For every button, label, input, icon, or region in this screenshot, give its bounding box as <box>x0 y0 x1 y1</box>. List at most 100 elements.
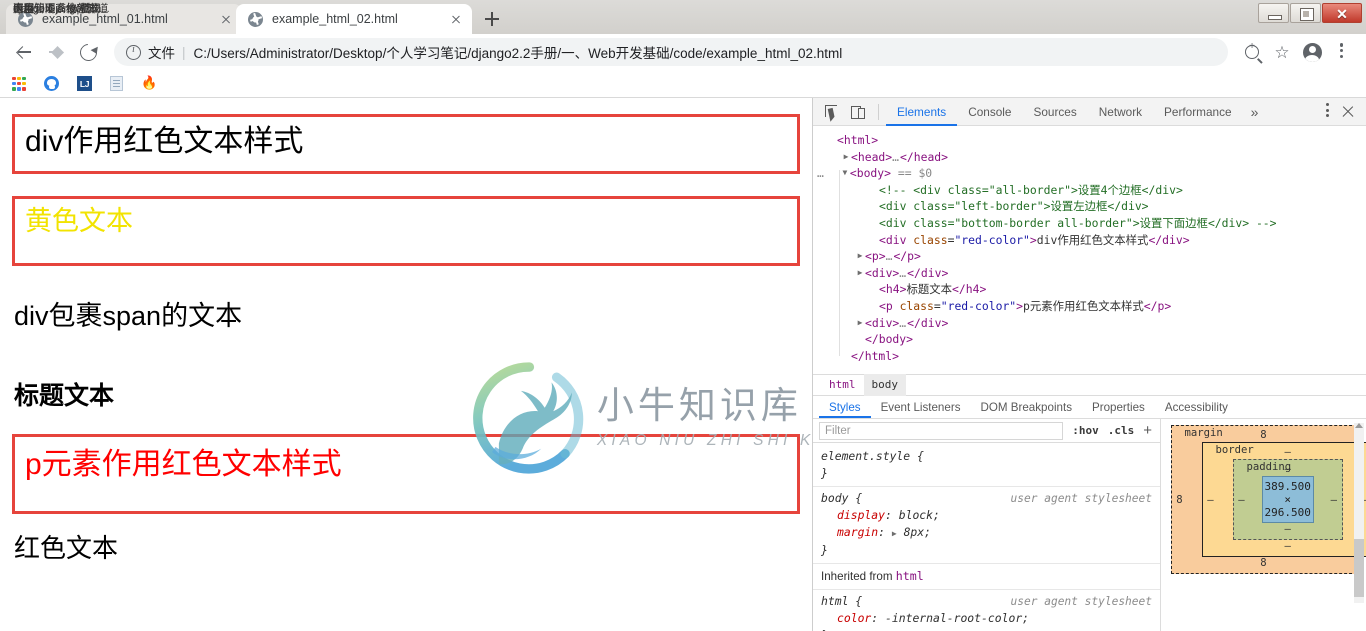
tab-properties[interactable]: Properties <box>1082 396 1155 418</box>
zoom-button[interactable] <box>1238 38 1266 66</box>
box-model-content-size[interactable]: 389.500 × 296.500 <box>1261 476 1314 523</box>
back-button[interactable] <box>10 38 38 66</box>
window-restore-button[interactable] <box>1290 3 1321 23</box>
dom-node-line[interactable]: ▶ <div>…</div> <box>817 315 1362 332</box>
css-declaration[interactable]: margin: ▶ 8px; <box>821 524 1152 542</box>
margin-left-value[interactable]: 8 <box>1172 494 1188 506</box>
toolbar-divider <box>878 103 879 120</box>
tab-styles[interactable]: Styles <box>819 396 871 418</box>
new-tab-button[interactable] <box>478 5 506 33</box>
styles-body: Filter :hov .cls + element.style { } bod… <box>813 419 1366 631</box>
tab-elements[interactable]: Elements <box>886 98 957 126</box>
dom-node-markup: <p class="red-color">p元素作用红色文本样式</p> <box>879 298 1172 313</box>
bookmark-course-system[interactable]: 课程管理系统|登录 <box>13 3 155 91</box>
dom-node-line[interactable]: ▶ <head>…</head> <box>817 149 1362 166</box>
dom-expand-triangle-icon[interactable]: ▼ <box>840 165 850 182</box>
padding-left-value[interactable]: – <box>1234 494 1250 506</box>
dom-node-line[interactable]: <div class="bottom-border all-border">设置… <box>817 215 1362 232</box>
padding-bottom-value[interactable]: – <box>1234 523 1342 536</box>
tab-close-icon[interactable] <box>217 11 234 28</box>
box-model-border[interactable]: border – – padding – – 389.500 × 296.500… <box>1201 442 1366 557</box>
page-info-icon[interactable] <box>126 44 141 60</box>
document-icon <box>110 76 123 91</box>
box-model-scrollbar-thumb[interactable] <box>1354 539 1364 597</box>
forward-button[interactable] <box>42 38 70 66</box>
styles-filter-input[interactable]: Filter <box>819 421 1064 440</box>
css-declaration[interactable]: display: block; <box>821 507 1152 524</box>
cls-toggle[interactable]: .cls <box>1108 424 1135 437</box>
devtools-menu-icon[interactable] <box>1326 103 1330 119</box>
dom-node-line[interactable]: <div class="left-border">设置左边框</div> <box>817 198 1362 215</box>
padding-right-value[interactable]: – <box>1326 494 1342 506</box>
box-model-margin-label: margin <box>1184 427 1223 439</box>
dom-expand-triangle-icon[interactable]: ▶ <box>855 248 865 265</box>
expand-triangle-icon[interactable]: ▶ <box>892 529 897 538</box>
window-minimize-button[interactable] <box>1258 3 1289 23</box>
tab-event-listeners[interactable]: Event Listeners <box>871 396 971 418</box>
border-bottom-value[interactable]: – <box>1203 540 1366 553</box>
profile-button[interactable] <box>1298 38 1326 66</box>
window-close-button[interactable]: ✕ <box>1322 3 1362 23</box>
dom-node-line[interactable]: <html> <box>817 132 1362 149</box>
bookmark-apps[interactable]: 应用 <box>12 3 34 91</box>
devtools-close-icon[interactable] <box>1340 103 1356 119</box>
tab-sources[interactable]: Sources <box>1022 98 1087 126</box>
box-model-inner: border – – padding – – 389.500 × 296.500… <box>1188 442 1366 557</box>
box-model-margin[interactable]: margin 8 8 border – – padding – – 389.50… <box>1170 425 1366 574</box>
browser-menu-button[interactable] <box>1328 38 1356 66</box>
tab-dom-breakpoints[interactable]: DOM Breakpoints <box>971 396 1083 418</box>
tab-performance[interactable]: Performance <box>1153 98 1243 126</box>
dom-node-line[interactable]: ▶ <p>…</p> <box>817 248 1362 265</box>
address-separator: | <box>182 44 186 60</box>
css-property-name: color <box>837 611 872 625</box>
margin-bottom-value[interactable]: 8 <box>1172 557 1356 570</box>
breadcrumb: html body <box>813 374 1366 396</box>
browser-tab-2[interactable]: example_html_02.html <box>236 4 472 34</box>
dom-expand-triangle-icon[interactable]: ▶ <box>855 265 865 282</box>
box-model-padding[interactable]: padding – – 389.500 × 296.500 – – <box>1232 459 1343 540</box>
breadcrumb-item-html[interactable]: html <box>821 374 864 396</box>
bookmark-cnki[interactable]: 中国知网高校/机构... <box>13 3 123 91</box>
tab-network[interactable]: Network <box>1088 98 1153 126</box>
dom-node-line[interactable]: ▶ <div>…</div> <box>817 265 1362 282</box>
css-close-brace: } <box>821 543 828 557</box>
address-bar[interactable]: 文件 | C:/Users/Administrator/Desktop/个人学习… <box>114 38 1228 66</box>
dom-node-line[interactable]: </body> <box>817 331 1362 348</box>
dom-node-line[interactable]: </html> <box>817 348 1362 365</box>
device-toolbar-button[interactable] <box>845 101 869 123</box>
scroll-up-arrow-icon[interactable] <box>1355 423 1363 428</box>
page-block-yellow-div: 黄色文本 <box>12 195 800 266</box>
dom-expand-triangle-icon[interactable]: ▶ <box>855 315 865 332</box>
tab-accessibility[interactable]: Accessibility <box>1155 396 1238 418</box>
reload-button[interactable] <box>74 38 102 66</box>
padding-middle-row: – 389.500 × 296.500 – <box>1234 476 1342 523</box>
inherited-label: Inherited from <box>821 570 893 583</box>
css-rules-list[interactable]: element.style { } body { user agent styl… <box>813 443 1160 631</box>
bookmark-star-button[interactable]: ☆ <box>1268 38 1296 66</box>
border-left-value[interactable]: – <box>1203 494 1219 506</box>
dom-expand-triangle-icon[interactable]: ▶ <box>841 149 851 166</box>
tab-console[interactable]: Console <box>957 98 1022 126</box>
dom-tree[interactable]: <html> ▶ <head>…</head>… ▼ <body> == $0 <!-- … <box>813 126 1366 374</box>
inspect-element-button[interactable] <box>819 101 843 123</box>
tab-close-icon[interactable] <box>447 11 464 28</box>
dom-node-line[interactable]: <p class="red-color">p元素作用红色文本样式</p> <box>817 298 1362 315</box>
css-rule-body[interactable]: body { user agent stylesheet display: bl… <box>813 487 1160 564</box>
css-declaration[interactable]: color: -internal-root-color; <box>821 610 1152 627</box>
bookmark-django[interactable]: LJ django Django简... <box>13 3 101 91</box>
css-rule-element-style[interactable]: element.style { } <box>813 445 1160 487</box>
dom-node-line[interactable]: … ▼ <body> == $0 <box>817 165 1362 182</box>
page-text-div-red-style: div作用红色文本样式 <box>25 125 304 158</box>
css-rule-html[interactable]: html { user agent stylesheet color: -int… <box>813 590 1160 631</box>
bookmark-baidu[interactable]: 百度一下，你就知道 <box>13 3 108 91</box>
new-style-rule-button[interactable]: + <box>1143 422 1152 439</box>
dom-node-markup: <div class="left-border">设置左边框</div> <box>879 199 1149 214</box>
page-text-div-span: div包裹span的文本 <box>14 300 243 331</box>
dom-node-line[interactable]: <h4>标题文本</h4> <box>817 281 1362 298</box>
dom-node-line[interactable]: <div class="red-color">div作用红色文本样式</div> <box>817 232 1362 249</box>
dom-node-line[interactable]: <!-- <div class="all-border">设置4个边框</div… <box>817 182 1362 199</box>
breadcrumb-item-body[interactable]: body <box>863 374 906 396</box>
hov-toggle[interactable]: :hov <box>1072 424 1099 437</box>
more-tabs-chevron-icon[interactable]: » <box>1243 98 1267 126</box>
box-model-diagram[interactable]: margin 8 8 border – – padding – – 389.50… <box>1170 425 1366 574</box>
